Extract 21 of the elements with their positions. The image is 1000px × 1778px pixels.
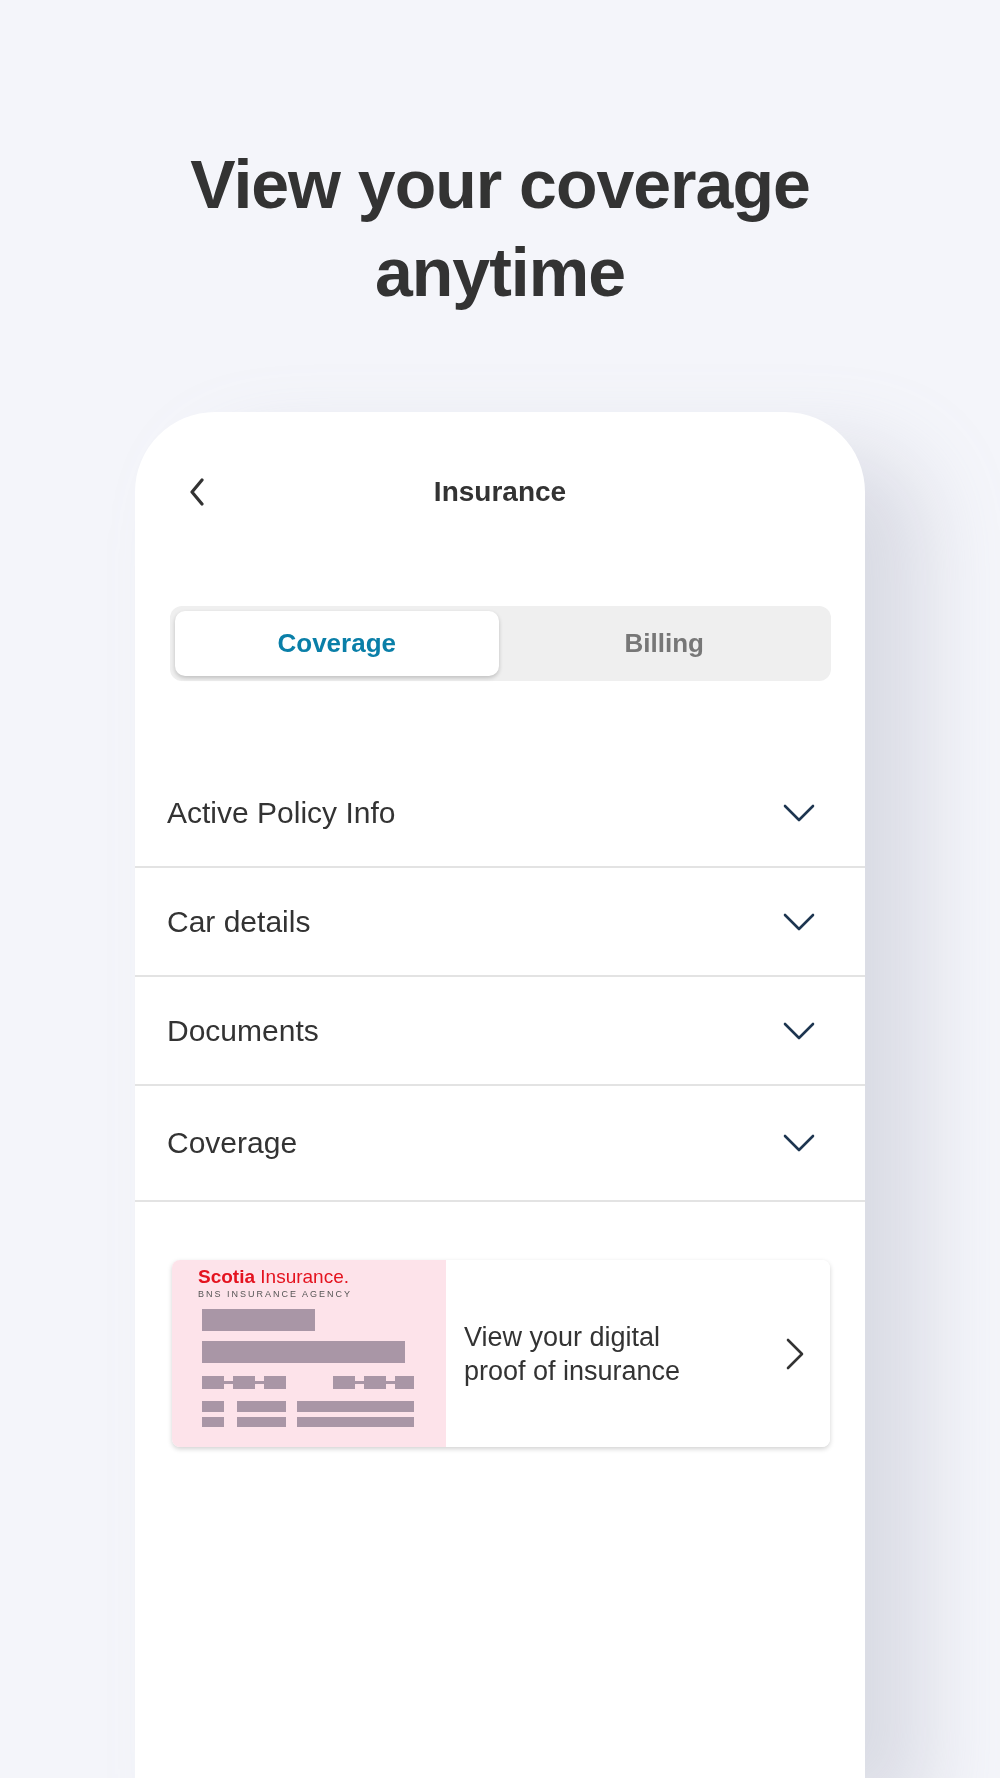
chevron-down-icon — [783, 912, 815, 931]
segment-tab[interactable]: Billing — [502, 611, 826, 676]
chevron-down-icon — [783, 1021, 815, 1040]
accordion-row[interactable]: Active Policy Info — [135, 759, 865, 868]
chevron-right-icon — [786, 1337, 804, 1370]
accordion-label: Car details — [167, 904, 311, 939]
page-headline: View your coverage anytime — [189, 145, 811, 312]
accordion-label: Documents — [167, 1013, 319, 1048]
segment-tab[interactable]: Coverage — [175, 611, 499, 676]
chevron-down-icon — [783, 803, 815, 822]
proof-link[interactable]: View your digital proof of insurance — [446, 1260, 830, 1447]
accordion-row[interactable]: Car details — [135, 868, 865, 977]
accordion-label: Coverage — [167, 1126, 298, 1160]
brand-logo: Scotia Insurance. — [198, 1266, 351, 1288]
back-icon — [189, 478, 205, 506]
agency-label: BNS INSURANCE AGENCY — [198, 1289, 354, 1299]
accordion-label: Active Policy Info — [167, 795, 396, 830]
accordion-row[interactable]: Coverage — [135, 1086, 865, 1202]
accordion-row[interactable]: Documents — [135, 977, 865, 1086]
screen-title: Insurance — [433, 476, 567, 508]
chevron-down-icon — [783, 1134, 815, 1152]
